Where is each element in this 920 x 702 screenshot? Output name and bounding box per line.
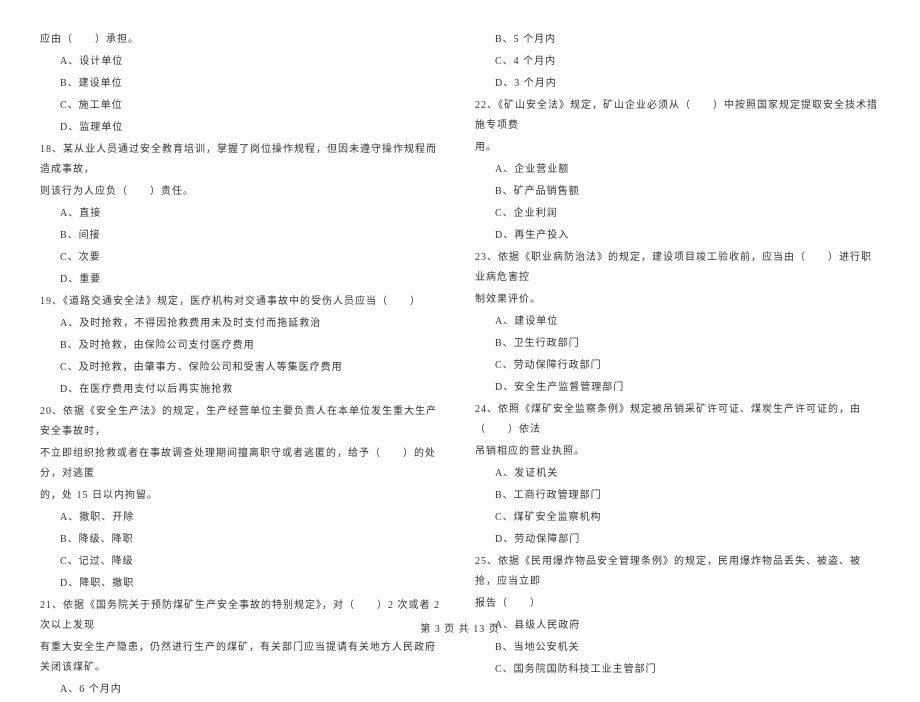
q19-stem: 19、《道路交通安全法》规定，医疗机构对交通事故中的受伤人员应当（ ） [40,292,445,312]
q25-stem-1: 25、依据《民用爆炸物品安全管理条例》的规定，民用爆炸物品丢失、被盗、被抢，应当… [475,552,880,592]
q22-option-b: B、矿产品销售额 [475,182,880,202]
q24-stem-1: 24、依照《煤矿安全监察条例》规定被吊销采矿许可证、煤炭生产许可证的，由（ ）依… [475,400,880,440]
q22-option-a: A、企业营业额 [475,160,880,180]
q18-option-a: A、直接 [40,204,445,224]
q22-option-c: C、企业利润 [475,204,880,224]
q23-stem-1: 23、依据《职业病防治法》的规定，建设项目竣工验收前，应当由（ ）进行职业病危害… [475,248,880,288]
q17-option-a: A、设计单位 [40,52,445,72]
q22-stem-2: 用。 [475,138,880,158]
q23-stem-2: 制效果评价。 [475,290,880,310]
q25-option-c: C、国务院国防科技工业主管部门 [475,660,880,680]
q21-option-c: C、4 个月内 [475,52,880,72]
q19-option-b: B、及时抢救，由保险公司支付医疗费用 [40,336,445,356]
q17-option-b: B、建设单位 [40,74,445,94]
q18-stem-1: 18、某从业人员通过安全教育培训，掌握了岗位操作规程，但因未遵守操作规程而造成事… [40,140,445,180]
q25-option-b: B、当地公安机关 [475,638,880,658]
left-column: 应由（ ）承担。 A、设计单位 B、建设单位 C、施工单位 D、监理单位 18、… [40,30,445,702]
q21-option-a: A、6 个月内 [40,680,445,700]
q24-option-c: C、煤矿安全监察机构 [475,508,880,528]
q23-option-b: B、卫生行政部门 [475,334,880,354]
q18-stem-2: 则该行为人应负（ ）责任。 [40,182,445,202]
q23-option-d: D、安全生产监督管理部门 [475,378,880,398]
q20-stem-3: 的，处 15 日以内拘留。 [40,486,445,506]
q24-stem-2: 吊销相应的营业执照。 [475,442,880,462]
q23-option-a: A、建设单位 [475,312,880,332]
q20-option-c: C、记过、降级 [40,552,445,572]
q21-option-d: D、3 个月内 [475,74,880,94]
q21-stem-2: 有重大安全生产隐患，仍然进行生产的煤矿，有关部门应当提请有关地方人民政府关闭该煤… [40,638,445,678]
q24-option-a: A、发证机关 [475,464,880,484]
right-column: B、5 个月内 C、4 个月内 D、3 个月内 22、《矿山安全法》规定，矿山企… [475,30,880,702]
q22-stem-1: 22、《矿山安全法》规定，矿山企业必须从（ ）中按照国家规定提取安全技术措施专项… [475,96,880,136]
q18-option-b: B、间接 [40,226,445,246]
q20-option-d: D、降职、撤职 [40,574,445,594]
q21-option-b: B、5 个月内 [475,30,880,50]
q17-stem-cont: 应由（ ）承担。 [40,30,445,50]
q20-stem-2: 不立即组织抢救或者在事故调查处理期间擅离职守或者逃匿的，给予（ ）的处分，对逃匿 [40,444,445,484]
q24-option-b: B、工商行政管理部门 [475,486,880,506]
q23-option-c: C、劳动保障行政部门 [475,356,880,376]
q22-option-d: D、再生产投入 [475,226,880,246]
page-footer: 第 3 页 共 13 页 [0,620,920,635]
q17-option-c: C、施工单位 [40,96,445,116]
q19-option-d: D、在医疗费用支付以后再实施抢救 [40,380,445,400]
q17-option-d: D、监理单位 [40,118,445,138]
q18-option-c: C、次要 [40,248,445,268]
q19-option-a: A、及时抢救，不得因抢救费用未及时支付而拖延救治 [40,314,445,334]
q19-option-c: C、及时抢救，由肇事方、保险公司和受害人等集医疗费用 [40,358,445,378]
page-content: 应由（ ）承担。 A、设计单位 B、建设单位 C、施工单位 D、监理单位 18、… [0,0,920,702]
q25-stem-2: 报告（ ） [475,594,880,614]
q20-option-a: A、撤职、开除 [40,508,445,528]
q18-option-d: D、重要 [40,270,445,290]
q20-stem-1: 20、依据《安全生产法》的规定，生产经营单位主要负责人在本单位发生重大生产安全事… [40,402,445,442]
q24-option-d: D、劳动保障部门 [475,530,880,550]
q20-option-b: B、降级、降职 [40,530,445,550]
